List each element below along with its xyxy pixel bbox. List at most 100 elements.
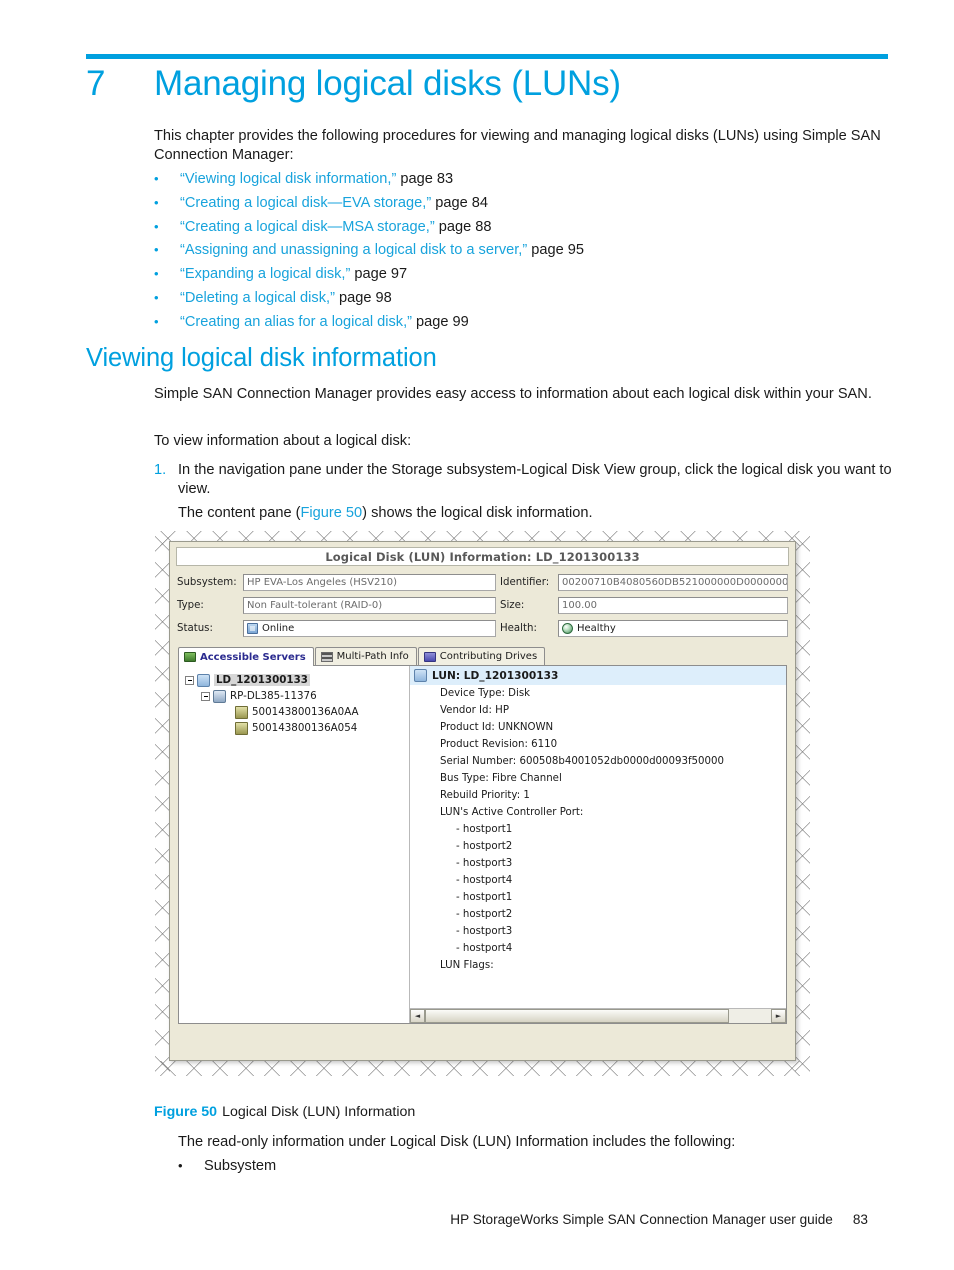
tree-connector-icon	[223, 724, 232, 733]
hba-icon	[235, 721, 248, 735]
collapse-expander-icon[interactable]	[185, 675, 194, 685]
toc-item: • “Expanding a logical disk,” page 97	[154, 267, 854, 282]
toc-item: • “Viewing logical disk information,” pag…	[154, 172, 854, 187]
tree-node[interactable]: 500143800136A0AA	[185, 704, 405, 720]
accessible-servers-tree[interactable]: LD_1201300133 RP-DL385-11376 500143800136A…	[179, 666, 410, 1023]
scroll-right-arrow-icon[interactable]: ►	[771, 1009, 786, 1023]
figure-caption-text: Logical Disk (LUN) Information	[222, 1104, 416, 1120]
identifier-field: 00200710B4080560DB521000000D000000000F59	[558, 574, 788, 591]
panel-title-bar: Logical Disk (LUN) Information: LD_12013…	[176, 547, 789, 566]
health-value: Healthy	[577, 623, 616, 634]
document-page: 7 Managing logical disks (LUNs) This cha…	[0, 0, 954, 1270]
toc-link[interactable]: “Viewing logical disk information,”	[180, 172, 396, 187]
bullet-glyph: •	[154, 313, 159, 329]
drives-icon	[423, 651, 436, 662]
size-field: 100.00	[558, 597, 788, 614]
disk-icon	[414, 669, 427, 682]
toc-link[interactable]: “Deleting a logical disk,”	[180, 291, 335, 306]
hba-icon	[235, 705, 248, 719]
bullet-glyph: •	[154, 242, 159, 258]
bullet-glyph: •	[154, 266, 159, 282]
status-value: Online	[262, 623, 295, 634]
bullet-glyph: •	[178, 1158, 183, 1173]
lun-detail-header-label: LUN: LD_1201300133	[432, 669, 559, 682]
health-field: Healthy	[558, 620, 788, 637]
scrollbar-thumb[interactable]	[425, 1009, 730, 1023]
lun-detail-line: Device Type: Disk	[440, 688, 531, 699]
torn-edge-right	[795, 531, 810, 1076]
toc-link[interactable]: “Creating a logical disk—MSA storage,”	[180, 219, 435, 235]
lun-detail-line: Bus Type: Fibre Channel	[440, 773, 562, 784]
bullet-glyph: •	[154, 194, 159, 210]
toc-item: • “Deleting a logical disk,” page 98	[154, 291, 854, 306]
toc-page-ref: page 88	[434, 218, 492, 235]
bullet-glyph: •	[154, 218, 159, 234]
toc-page-ref: page 83	[396, 171, 454, 187]
toc-page-ref: page 84	[431, 194, 488, 211]
tab-label: Multi-Path Info	[336, 651, 409, 662]
scrollbar-track[interactable]	[425, 1009, 771, 1023]
trailing-paragraph: The read-only information under Logical …	[178, 1134, 736, 1150]
identifier-label: Identifier:	[500, 577, 550, 588]
lun-controller-port-line: - hostport1	[456, 892, 513, 903]
chapter-number: 7	[86, 64, 106, 103]
lun-controller-port-line: - hostport2	[456, 841, 513, 852]
toc-item: • “Creating a logical disk—EVA storage,” …	[154, 196, 854, 211]
toc-page-ref: page 95	[527, 242, 585, 259]
tree-node[interactable]: 500143800136A054	[185, 720, 405, 736]
lun-controller-port-line: - hostport3	[456, 926, 513, 937]
footer-title: HP StorageWorks Simple SAN Connection Ma…	[450, 1212, 833, 1227]
toc-item: • “Creating a logical disk—MSA storage,” …	[154, 218, 854, 235]
step-number: 1.	[154, 462, 167, 478]
health-sphere-icon	[562, 623, 573, 634]
footer-page-number: 83	[852, 1212, 868, 1227]
tab-strip: Accessible Servers Multi-Path Info Contrib…	[178, 647, 787, 666]
tree-node[interactable]: RP-DL385-11376	[185, 688, 405, 704]
status-label: Status:	[177, 623, 213, 634]
toc-item: • “Assigning and unassigning a logical di…	[154, 243, 854, 258]
subsystem-field: HP EVA-Los Angeles (HSV210)	[243, 574, 496, 591]
tree-node-label: 500143800136A054	[252, 722, 358, 734]
tree-node-label: 500143800136A0AA	[252, 706, 359, 718]
trailing-bullet-item: • Subsystem	[178, 1157, 276, 1176]
lun-detail-line: Rebuild Priority: 1	[440, 790, 530, 801]
section-paragraph-a: Simple SAN Connection Manager provides e…	[154, 386, 872, 402]
lun-information-window: Logical Disk (LUN) Information: LD_12013…	[169, 541, 796, 1061]
online-monitor-icon	[247, 623, 258, 634]
figure-50-image: Logical Disk (LUN) Information: LD_12013…	[155, 531, 810, 1076]
figure-50-xref[interactable]: Figure 50	[301, 505, 363, 521]
collapse-expander-icon[interactable]	[201, 691, 210, 701]
lun-detail-line: Product Id: UNKNOWN	[440, 722, 554, 733]
size-label: Size:	[500, 600, 525, 611]
detail-horizontal-scrollbar[interactable]: ◄ ►	[410, 1008, 786, 1023]
toc-link[interactable]: “Assigning and unassigning a logical dis…	[180, 243, 527, 258]
lun-detail-line: Serial Number: 600508b4001052db0000d0009…	[440, 756, 724, 767]
figure-number: Figure 50	[154, 1104, 218, 1120]
type-label: Type:	[177, 600, 204, 611]
toc-link[interactable]: “Creating an alias for a logical disk,”	[180, 315, 412, 330]
section-paragraph-b: To view information about a logical disk…	[154, 433, 412, 449]
tree-node[interactable]: LD_1201300133	[185, 672, 405, 688]
toc-page-ref: page 99	[411, 313, 469, 330]
subsystem-label: Subsystem:	[177, 577, 237, 588]
tree-node-label: RP-DL385-11376	[230, 690, 317, 702]
torn-edge-bottom	[155, 1061, 810, 1076]
scroll-left-arrow-icon[interactable]: ◄	[410, 1009, 425, 1023]
lun-controller-port-line: - hostport2	[456, 909, 513, 920]
content-panes: LD_1201300133 RP-DL385-11376 500143800136A…	[178, 666, 787, 1024]
toc-link[interactable]: “Creating a logical disk—EVA storage,”	[180, 196, 431, 211]
page-footer: HP StorageWorks Simple SAN Connection Ma…	[0, 1212, 954, 1227]
chapter-intro-paragraph: This chapter provides the following proc…	[154, 128, 881, 164]
lun-detail-lines: Device Type: Disk Vendor Id: HP Product Id…	[410, 685, 786, 974]
step-text: In the navigation pane under the Storage…	[178, 462, 892, 498]
paragraph-c-after: ) shows the logical disk information.	[362, 505, 593, 521]
chapter-heading: 7 Managing logical disks (LUNs)	[86, 64, 896, 104]
tab-accessible-servers[interactable]: Accessible Servers	[178, 647, 314, 666]
lun-controller-port-line: - hostport3	[456, 858, 513, 869]
torn-edge-left	[155, 531, 170, 1076]
tab-contributing-drives[interactable]: Contributing Drives	[417, 647, 546, 665]
lun-properties-grid: Subsystem: HP EVA-Los Angeles (HSV210) I…	[177, 574, 788, 637]
toc-link[interactable]: “Expanding a logical disk,”	[180, 267, 350, 282]
tab-multi-path-info[interactable]: Multi-Path Info	[314, 647, 417, 665]
lun-detail-pane: LUN: LD_1201300133 Device Type: Disk Vend…	[410, 666, 786, 1023]
